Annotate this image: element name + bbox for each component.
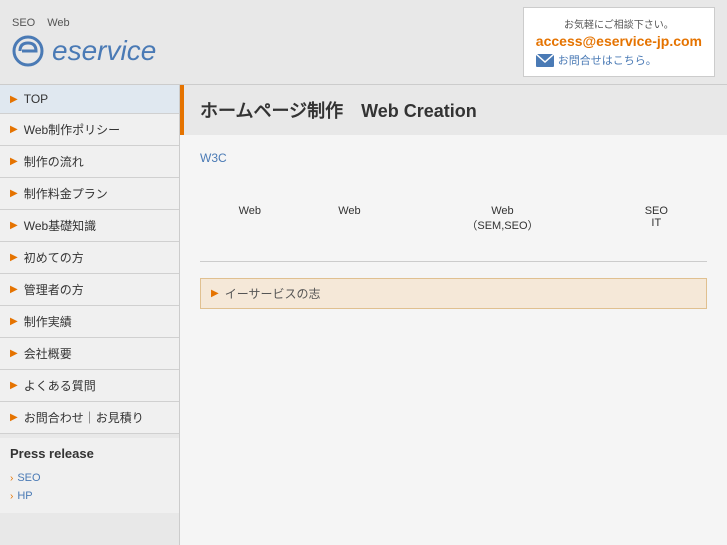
sidebar-item-beginners[interactable]: ▶ 初めての方 [0,242,179,274]
contact-link[interactable]: お問合せはこちら。 [536,52,702,68]
table-row: Web Web Web（SEM,SEO） SEOIT [200,197,707,241]
nav-arrow-icon: ▶ [10,188,18,199]
press-item-hp[interactable]: › HP [10,487,169,505]
sidebar-item-label: TOP [24,92,48,106]
nav-arrow-icon: ▶ [10,316,18,327]
nav-seo[interactable]: SEO [12,17,35,29]
service-table-area: Web Web Web（SEM,SEO） SEOIT [200,197,707,241]
nav-arrow-icon: ▶ [10,220,18,231]
logo-text: eservice [52,35,156,67]
header-left: SEO Web eservice [12,17,156,67]
bullet-icon: › [10,491,13,502]
nav-web[interactable]: Web [47,17,69,29]
header-nav: SEO Web [12,17,156,29]
logo-area: eservice [12,35,156,67]
service-table: Web Web Web（SEM,SEO） SEOIT [200,197,707,241]
nav-arrow-icon: ▶ [10,124,18,135]
press-item-seo[interactable]: › SEO [10,469,169,487]
page-title: ホームページ制作 Web Creation [200,97,477,123]
sidebar-item-label: よくある質問 [24,377,96,394]
nav-arrow-icon: ▶ [10,412,18,423]
sidebar-item-about[interactable]: ▶ 会社概要 [0,338,179,370]
sidebar-item-works[interactable]: ▶ 制作実績 [0,306,179,338]
content-area: ホームページ制作 Web Creation W3C Web Web Web（SE… [180,85,727,545]
sidebar-item-faq[interactable]: ▶ よくある質問 [0,370,179,402]
press-release-section: Press release › SEO › HP [0,438,179,513]
section-header[interactable]: ▶ イーサービスの志 [200,278,707,309]
sidebar-item-label: 制作の流れ [24,153,84,170]
bottom-section: ▶ イーサービスの志 [200,278,707,309]
main-layout: ▶ TOP ▶ Web制作ポリシー ▶ 制作の流れ ▶ 制作料金プラン ▶ We… [0,85,727,545]
header: SEO Web eservice お気軽にご相談下さい。 access@eser… [0,0,727,85]
nav-arrow-icon: ▶ [10,156,18,167]
sidebar-item-contact[interactable]: ▶ お問合わせ｜お見積り [0,402,179,434]
nav-arrow-icon: ▶ [10,348,18,359]
press-item-label: SEO [17,472,40,484]
content-body: W3C Web Web Web（SEM,SEO） SEOIT ▶ イーサービスの… [180,135,727,325]
contact-email[interactable]: access@eservice-jp.com [536,33,702,49]
sidebar-item-label: お問合わせ｜お見積り [24,409,144,426]
sidebar-item-label: Web制作ポリシー [24,121,120,138]
sidebar-item-label: 管理者の方 [24,281,84,298]
sidebar-item-web-policy[interactable]: ▶ Web制作ポリシー [0,114,179,146]
w3c-link[interactable]: W3C [200,151,227,165]
sidebar-item-flow[interactable]: ▶ 制作の流れ [0,146,179,178]
press-item-label: HP [17,490,32,502]
nav-arrow-icon: ▶ [10,284,18,295]
table-cell-web2: Web [300,197,400,241]
mail-icon [536,54,554,67]
sidebar-item-label: 制作実績 [24,313,72,330]
sidebar-item-admin[interactable]: ▶ 管理者の方 [0,274,179,306]
bullet-icon: › [10,473,13,484]
header-contact-box: お気軽にご相談下さい。 access@eservice-jp.com お問合せは… [523,7,715,77]
table-cell-web1: Web [200,197,300,241]
nav-arrow-icon: ▶ [10,252,18,263]
table-cell-web-sem-seo: Web（SEM,SEO） [399,197,605,241]
sidebar-item-label: 初めての方 [24,249,84,266]
content-divider [200,261,707,262]
sidebar-item-label: Web基礎知識 [24,217,96,234]
contact-label: お気軽にご相談下さい。 [536,16,702,31]
sidebar-item-label: 会社概要 [24,345,72,362]
sidebar-item-price[interactable]: ▶ 制作料金プラン [0,178,179,210]
page-title-bar: ホームページ制作 Web Creation [180,85,727,135]
section-arrow-icon: ▶ [211,288,219,299]
nav-arrow-icon: ▶ [10,380,18,391]
sidebar-item-top[interactable]: ▶ TOP [0,85,179,114]
section-header-label: イーサービスの志 [225,285,321,302]
sidebar-item-label: 制作料金プラン [24,185,108,202]
sidebar: ▶ TOP ▶ Web制作ポリシー ▶ 制作の流れ ▶ 制作料金プラン ▶ We… [0,85,180,545]
logo-icon [12,35,44,67]
sidebar-item-knowledge[interactable]: ▶ Web基礎知識 [0,210,179,242]
table-cell-seo-it: SEOIT [606,197,707,241]
nav-arrow-icon: ▶ [10,94,18,105]
press-release-title: Press release [10,446,169,461]
